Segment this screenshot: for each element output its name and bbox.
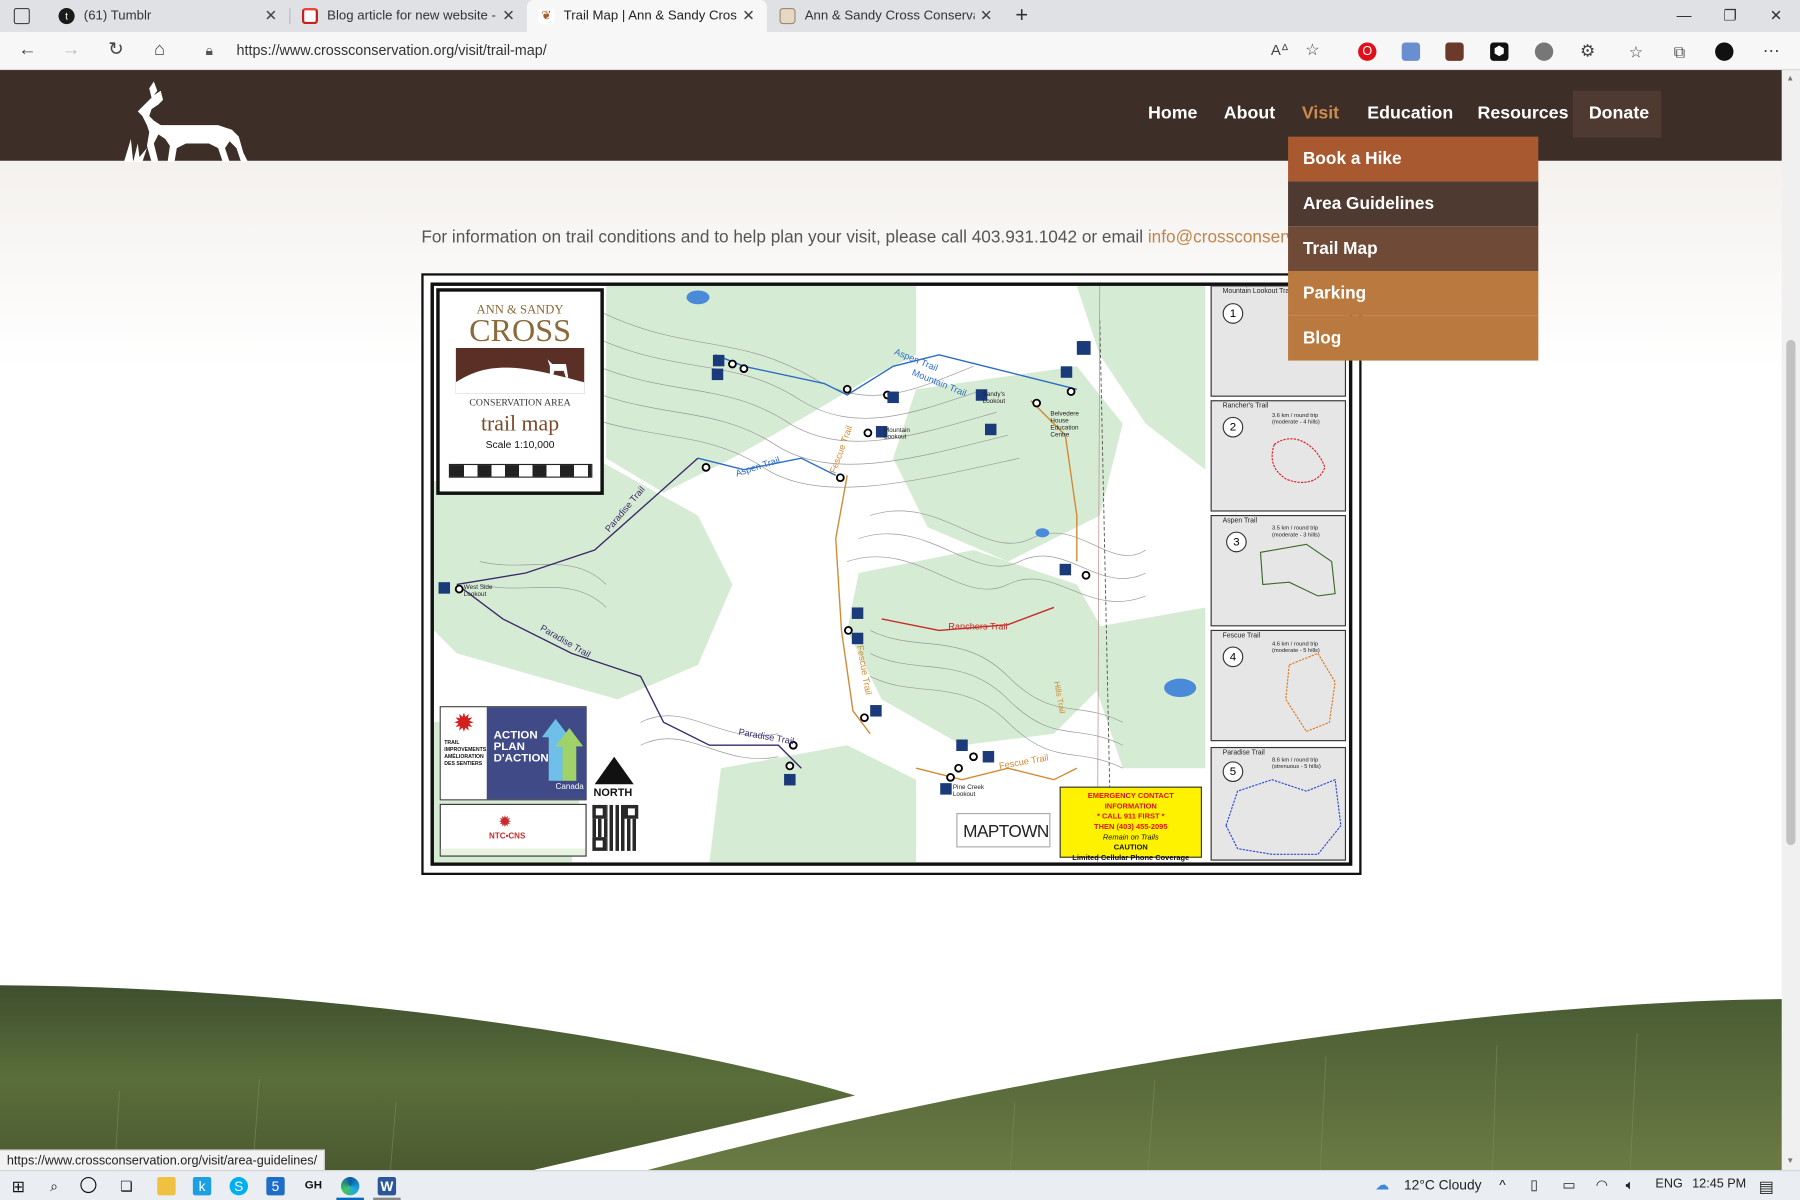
- windows-taskbar: ⊞ ⌕ ❏ k S 5 GH W ☁ 12°C Cloudy ^ ▯ ▭ ◠ 🔈…: [0, 1170, 1800, 1200]
- visit-dropdown-menu: Book a Hike Area Guidelines Trail Map Pa…: [1288, 136, 1539, 361]
- scroll-down-icon[interactable]: ▼: [1786, 1157, 1794, 1165]
- tumblr-icon: t: [58, 8, 75, 25]
- nav-donate-button[interactable]: Donate: [1572, 90, 1662, 138]
- forward-button[interactable]: →: [57, 38, 85, 63]
- new-tab-button[interactable]: +: [1010, 4, 1033, 28]
- refresh-button[interactable]: ↻: [102, 38, 130, 63]
- volume-icon[interactable]: 🔈︎: [1626, 1177, 1634, 1194]
- gmail-icon: [301, 8, 318, 25]
- read-aloud-icon[interactable]: Aᐞ: [1271, 41, 1289, 59]
- menu-item-area-guidelines[interactable]: Area Guidelines: [1288, 181, 1539, 227]
- app-k-icon[interactable]: k: [192, 1177, 212, 1196]
- device-icon[interactable]: ▯: [1530, 1177, 1538, 1193]
- action-plan-arrows-icon: [541, 718, 584, 781]
- grass-hill-image: [0, 985, 1800, 1172]
- lock-icon: 🔒︎: [205, 42, 213, 59]
- nav-resources[interactable]: Resources: [1477, 103, 1568, 124]
- scrollbar-thumb[interactable]: [1786, 339, 1796, 846]
- edge-icon[interactable]: [340, 1177, 360, 1196]
- ntc-logo: ✹ NTC•CNS: [439, 803, 587, 857]
- deer-favicon-icon: ❦: [538, 8, 555, 25]
- tab-actions-icon[interactable]: [13, 8, 30, 25]
- close-tab-icon[interactable]: ✕: [975, 7, 998, 25]
- nav-visit[interactable]: Visit: [1302, 103, 1339, 124]
- clock[interactable]: 12:45 PM: [1692, 1177, 1746, 1191]
- emergency-contact-box: EMERGENCY CONTACT INFORMATION * CALL 911…: [1059, 786, 1202, 862]
- nav-education[interactable]: Education: [1367, 103, 1453, 124]
- close-tab-icon[interactable]: ✕: [259, 7, 282, 25]
- menu-item-book-a-hike[interactable]: Book a Hike: [1288, 136, 1539, 182]
- back-button[interactable]: ←: [14, 38, 42, 63]
- tab-gmail[interactable]: Blog article for new website - dr ✕: [290, 0, 526, 32]
- close-tab-icon[interactable]: ✕: [737, 7, 760, 25]
- more-menu-icon[interactable]: ⋯: [1762, 42, 1780, 60]
- wifi-icon[interactable]: ◠: [1596, 1177, 1608, 1193]
- menu-item-parking[interactable]: Parking: [1288, 270, 1539, 316]
- tab-tumblr[interactable]: t (61) Tumblr ✕: [47, 0, 289, 32]
- qr-code: [592, 804, 639, 851]
- weather-text[interactable]: 12°C Cloudy: [1404, 1177, 1481, 1193]
- task-view-icon[interactable]: ❏: [117, 1177, 135, 1195]
- extensions-icon[interactable]: ⚙: [1579, 42, 1597, 60]
- skype-icon[interactable]: S: [229, 1177, 248, 1196]
- opera-extension-icon[interactable]: O: [1358, 42, 1377, 61]
- trail-map-image[interactable]: ANN & SANDY CROSS CONSERVATION AREA trai…: [421, 273, 1362, 876]
- action-plan-text: ACTION PLAN D'ACTION: [493, 729, 549, 765]
- email-link[interactable]: info@crossconservat: [1148, 227, 1309, 247]
- scroll-up-icon[interactable]: ▲: [1786, 75, 1794, 83]
- tab-cross-conservation[interactable]: Ann & Sandy Cross Conservation ✕: [768, 0, 1004, 32]
- maptown-logo: MAPTOWN: [956, 812, 1051, 848]
- menu-item-blog[interactable]: Blog: [1288, 315, 1539, 361]
- extension-icon[interactable]: [1445, 42, 1464, 61]
- minimize-button[interactable]: —: [1661, 0, 1707, 32]
- deer-logo-icon[interactable]: [119, 79, 251, 162]
- mountain-deer-icon: [455, 347, 585, 394]
- tab-trail-map[interactable]: ❦ Trail Map | Ann & Sandy Cross C ✕: [526, 0, 767, 33]
- trail-info-text: For information on trail conditions and …: [421, 227, 1309, 247]
- nav-about[interactable]: About: [1224, 103, 1275, 124]
- favorites-icon[interactable]: ☆: [1627, 42, 1645, 60]
- scale-bar: [448, 463, 593, 478]
- status-bar-url: https://www.crossconservation.org/visit/…: [0, 1149, 326, 1171]
- favorite-star-icon[interactable]: ☆: [1305, 40, 1319, 60]
- menu-item-trail-map[interactable]: Trail Map: [1288, 226, 1539, 271]
- weather-icon[interactable]: ☁: [1375, 1177, 1389, 1193]
- profile-avatar[interactable]: [1715, 42, 1734, 61]
- home-button[interactable]: ⌂: [146, 38, 174, 63]
- app-icon[interactable]: 5: [266, 1177, 285, 1196]
- close-tab-icon[interactable]: ✕: [497, 7, 520, 25]
- language-indicator[interactable]: ENG: [1655, 1177, 1682, 1191]
- battery-icon[interactable]: ▭: [1562, 1177, 1575, 1193]
- browser-tab-bar: t (61) Tumblr ✕ Blog article for new web…: [0, 0, 1800, 33]
- trail-improvements-logo: ✹ TRAIL IMPROVEMENTS AMÉLIORATION DES SE…: [439, 706, 587, 801]
- windows-start-icon[interactable]: ⊞: [9, 1177, 27, 1195]
- extension-icon[interactable]: ⬢: [1490, 42, 1509, 61]
- restore-button[interactable]: ❐: [1707, 0, 1753, 32]
- map-logo-box: ANN & SANDY CROSS CONSERVATION AREA trai…: [436, 288, 604, 495]
- file-explorer-icon[interactable]: [157, 1177, 176, 1196]
- url-text: https://www.crossconservation.org/visit/…: [236, 42, 547, 59]
- close-window-button[interactable]: ✕: [1753, 0, 1799, 32]
- address-bar[interactable]: 🔒︎ https://www.crossconservation.org/vis…: [189, 35, 1338, 67]
- extension-icon[interactable]: [1534, 42, 1554, 61]
- trail-improvements-text: TRAIL IMPROVEMENTS AMÉLIORATION DES SENT…: [444, 739, 487, 766]
- page-scrollbar[interactable]: ▲ ▼: [1781, 70, 1800, 1171]
- maple-leaf-icon: ✹: [498, 811, 512, 831]
- nav-home[interactable]: Home: [1148, 103, 1197, 124]
- word-icon[interactable]: W: [377, 1177, 397, 1196]
- donate-label: Donate: [1588, 103, 1650, 123]
- notifications-icon[interactable]: ▤: [1759, 1177, 1774, 1197]
- docs-extension-icon[interactable]: [1401, 42, 1421, 61]
- show-hidden-icons-icon[interactable]: ^: [1499, 1177, 1505, 1193]
- gh-app-icon[interactable]: GH: [304, 1177, 322, 1195]
- search-icon[interactable]: ⌕: [45, 1177, 63, 1195]
- site-favicon-icon: [779, 8, 796, 25]
- collections-icon[interactable]: ⧉: [1670, 42, 1688, 60]
- browser-toolbar: ← → ↻ ⌂ 🔒︎ https://www.crossconservation…: [0, 32, 1800, 71]
- maple-leaf-icon: ✹: [453, 708, 475, 738]
- cortana-icon[interactable]: [80, 1177, 97, 1194]
